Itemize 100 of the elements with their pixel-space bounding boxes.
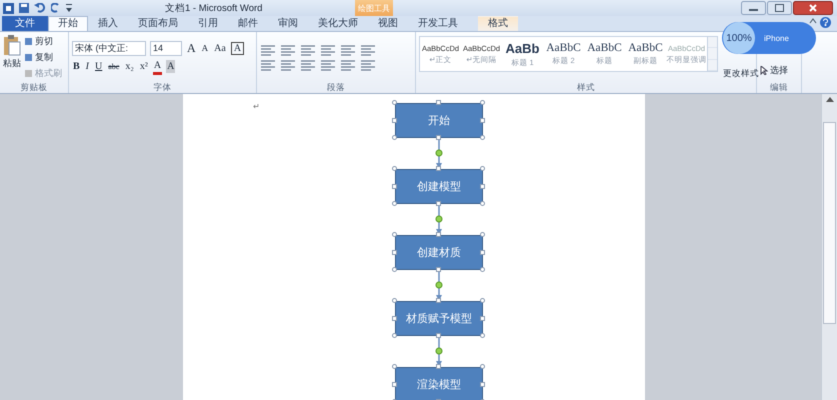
context-tab-header: 绘图工具: [355, 0, 393, 16]
group-label: 样式: [577, 82, 595, 92]
collapse-ribbon-icon[interactable]: [809, 17, 817, 25]
selection-handle[interactable]: [480, 364, 485, 369]
group-label: 字体: [154, 82, 172, 92]
clipboard-action[interactable]: 剪切: [24, 35, 62, 48]
scroll-up-icon[interactable]: [826, 97, 834, 102]
selection-handle[interactable]: [480, 100, 485, 105]
font-format-button[interactable]: abc: [107, 60, 120, 73]
window-title: 文档1 - Microsoft Word: [165, 2, 262, 15]
selection-handle[interactable]: [480, 298, 485, 303]
maximize-button[interactable]: [767, 1, 792, 15]
ribbon-tab[interactable]: 邮件: [228, 16, 268, 31]
selection-handle[interactable]: [480, 232, 485, 237]
selection-handle[interactable]: [436, 135, 441, 140]
selection-handle[interactable]: [480, 135, 485, 140]
font-format-button[interactable]: x²: [138, 60, 149, 73]
clipboard-action[interactable]: 复制: [24, 51, 62, 64]
close-button[interactable]: [793, 1, 833, 15]
connector-arrow[interactable]: [436, 204, 442, 235]
selection-handle[interactable]: [436, 201, 441, 206]
font-format-button[interactable]: U: [94, 60, 104, 73]
connector-arrow[interactable]: [436, 270, 442, 301]
selection-handle[interactable]: [392, 316, 397, 321]
selection-handle[interactable]: [392, 232, 397, 237]
zoom-level: 100%: [723, 22, 755, 54]
selection-handle[interactable]: [392, 333, 397, 338]
selection-handle[interactable]: [392, 135, 397, 140]
selection-handle[interactable]: [436, 267, 441, 272]
selection-handle[interactable]: [480, 333, 485, 338]
group-label: 段落: [327, 82, 345, 92]
ribbon-tab[interactable]: 格式: [478, 16, 518, 31]
selection-handle[interactable]: [436, 364, 441, 369]
selection-handle[interactable]: [480, 267, 485, 272]
flowchart-node[interactable]: 材质赋予模型: [395, 301, 483, 336]
selection-handle[interactable]: [480, 316, 485, 321]
selection-handle[interactable]: [392, 298, 397, 303]
selection-handle[interactable]: [392, 382, 397, 387]
flowchart-node[interactable]: 开始: [395, 103, 483, 138]
ribbon-tab[interactable]: 审阅: [268, 16, 308, 31]
font-format-button[interactable]: I: [84, 60, 90, 73]
selection-handle[interactable]: [436, 100, 441, 105]
selection-handle[interactable]: [480, 166, 485, 171]
clipboard-icon[interactable]: [3, 34, 21, 56]
font-tool-button[interactable]: A: [230, 42, 244, 54]
selection-handle[interactable]: [480, 184, 485, 189]
minimize-button[interactable]: [741, 1, 766, 15]
connector-arrow[interactable]: [436, 336, 442, 367]
ribbon-tab[interactable]: 美化大师: [308, 16, 368, 31]
ribbon-tab[interactable]: 页面布局: [128, 16, 188, 31]
font-format-button[interactable]: x₂: [124, 60, 135, 73]
font-name-field[interactable]: 宋体 (中文正:: [72, 40, 146, 56]
paste-button[interactable]: 粘贴: [3, 57, 21, 70]
font-tool-button[interactable]: A: [200, 42, 210, 54]
flowchart-node[interactable]: 渲染模型: [395, 367, 483, 400]
connector-arrow[interactable]: [436, 138, 442, 169]
redo-icon[interactable]: [51, 3, 61, 13]
selection-handle[interactable]: [436, 166, 441, 171]
selection-handle[interactable]: [392, 100, 397, 105]
ribbon-tab[interactable]: 开发工具: [408, 16, 468, 31]
undo-icon[interactable]: [34, 3, 46, 13]
selection-handle[interactable]: [436, 232, 441, 237]
ribbon-tab[interactable]: 视图: [368, 16, 408, 31]
change-styles-button[interactable]: 更改样式: [721, 68, 761, 81]
device-label: iPhone: [764, 34, 789, 42]
selection-handle[interactable]: [392, 184, 397, 189]
font-tool-button[interactable]: A: [186, 42, 197, 54]
selection-handle[interactable]: [392, 267, 397, 272]
font-format-button[interactable]: A: [166, 60, 176, 73]
group-label: 剪贴板: [20, 82, 48, 92]
selection-handle[interactable]: [392, 201, 397, 206]
paragraph-mark: ↵: [253, 102, 260, 111]
selection-handle[interactable]: [480, 250, 485, 255]
font-tool-button[interactable]: Aa: [213, 42, 227, 54]
font-format-button[interactable]: A: [152, 58, 162, 74]
group-label: 编辑: [770, 82, 788, 92]
font-size-field[interactable]: 14: [150, 40, 182, 56]
floating-widget[interactable]: 100% iPhone: [722, 22, 816, 54]
cursor-icon[interactable]: [760, 66, 768, 75]
save-icon[interactable]: [19, 3, 29, 13]
flowchart-node[interactable]: 创建材质: [395, 235, 483, 270]
ribbon-tab[interactable]: 开始: [48, 16, 88, 31]
selection-handle[interactable]: [392, 166, 397, 171]
ribbon-tab[interactable]: 文件: [2, 16, 48, 31]
help-icon[interactable]: [820, 17, 831, 28]
select-button[interactable]: 选择: [760, 64, 798, 77]
font-format-button[interactable]: B: [72, 60, 81, 73]
selection-handle[interactable]: [480, 118, 485, 123]
ribbon-tab[interactable]: 引用: [188, 16, 228, 31]
customize-caret-icon[interactable]: [66, 4, 72, 12]
flowchart-node[interactable]: 创建模型: [395, 169, 483, 204]
selection-handle[interactable]: [392, 118, 397, 123]
ribbon-tab[interactable]: 插入: [88, 16, 128, 31]
selection-handle[interactable]: [480, 382, 485, 387]
vertical-scrollbar[interactable]: [821, 94, 837, 400]
selection-handle[interactable]: [392, 364, 397, 369]
selection-handle[interactable]: [436, 298, 441, 303]
selection-handle[interactable]: [392, 250, 397, 255]
selection-handle[interactable]: [480, 201, 485, 206]
selection-handle[interactable]: [436, 333, 441, 338]
